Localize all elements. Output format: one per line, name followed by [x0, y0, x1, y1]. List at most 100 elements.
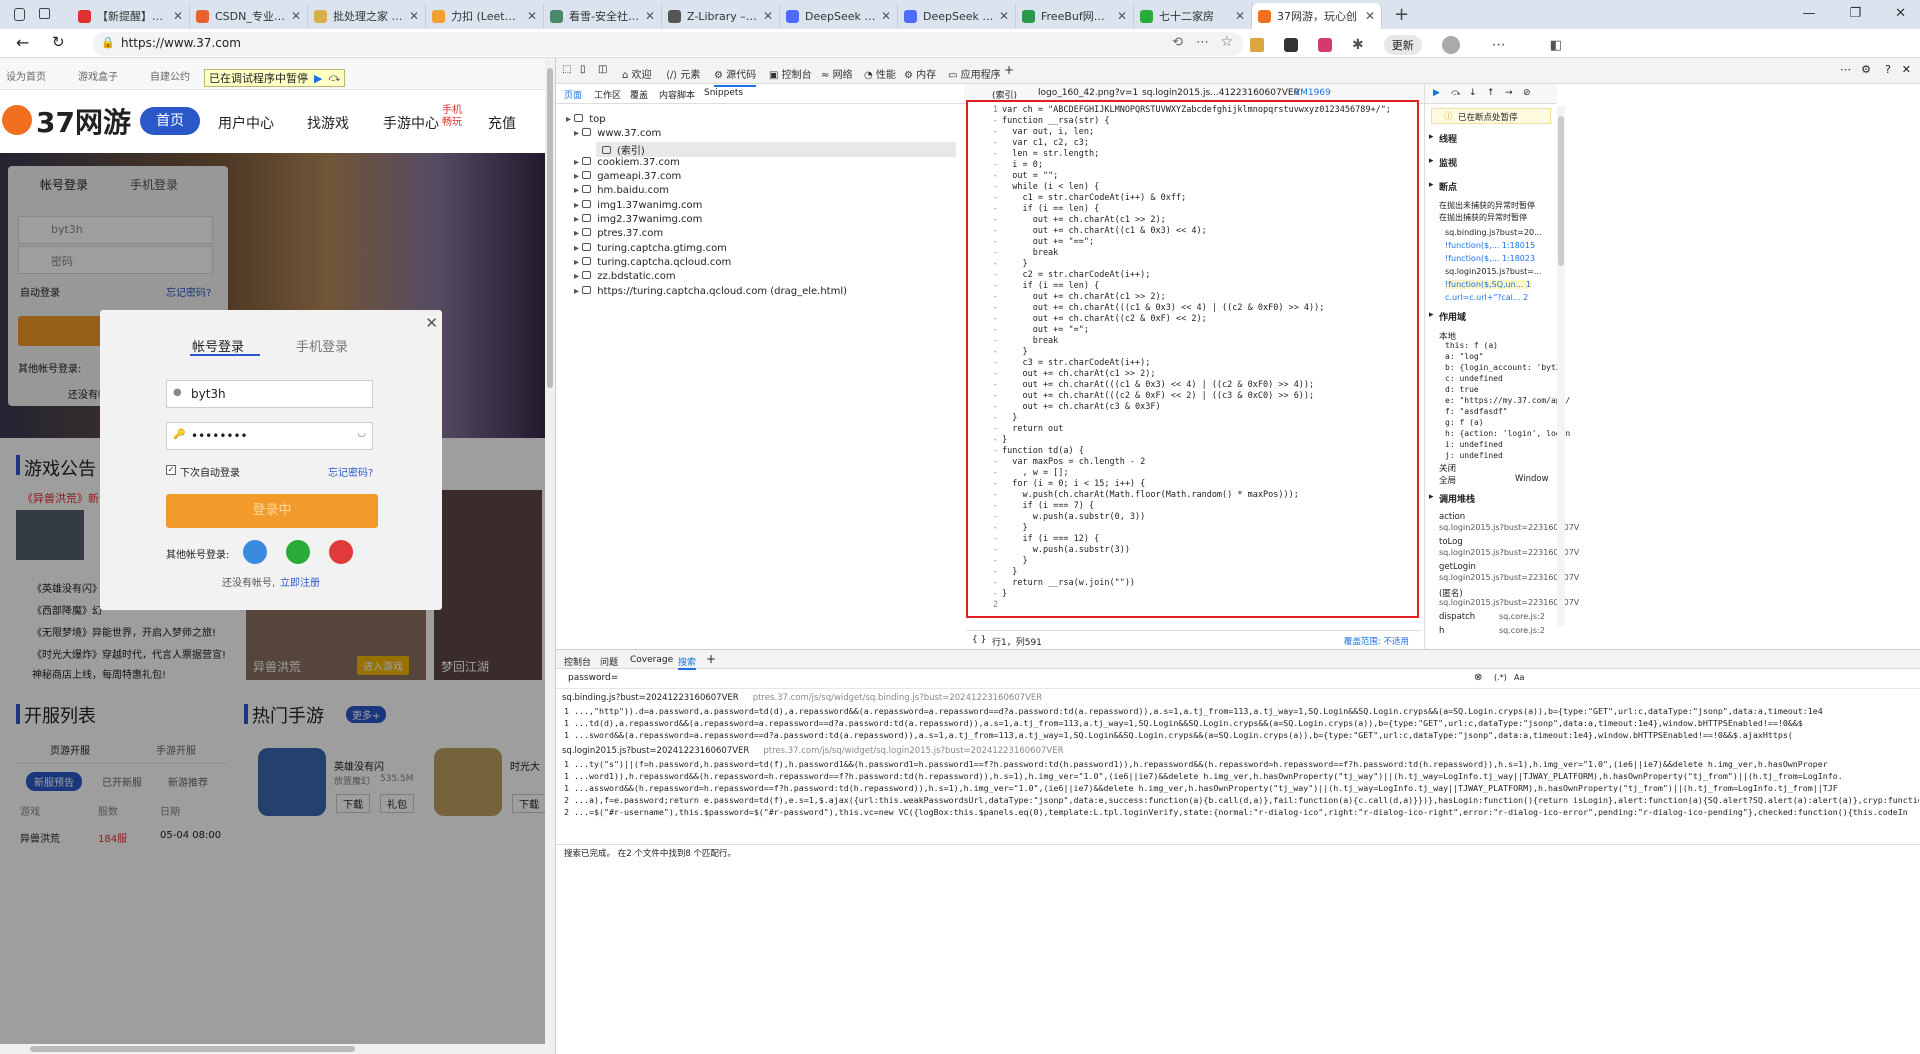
result-line[interactable]: 1 ...ty("s")||(f=h.password,h.password=t…	[564, 759, 1919, 769]
extension-icon[interactable]	[1250, 38, 1264, 52]
show-password-icon[interactable]: ◡	[357, 428, 366, 439]
breakpoint-item[interactable]: !function($,... 1:18015	[1445, 241, 1535, 250]
devtools-tab-console[interactable]: ▣ 控制台	[769, 66, 812, 81]
line-number[interactable]: -	[968, 336, 998, 346]
expand-arrow-icon[interactable]: ▸	[574, 243, 582, 254]
line-number[interactable]: -	[968, 479, 998, 489]
collapse-arrow-icon[interactable]: ▸	[1429, 310, 1434, 320]
code-line[interactable]: return out	[1002, 424, 1063, 435]
scope-variable[interactable]: g: f (a)	[1445, 418, 1484, 427]
settings-icon[interactable]: ⚙	[1861, 63, 1871, 76]
line-number[interactable]: -	[968, 127, 998, 137]
line-number[interactable]: -	[968, 490, 998, 500]
close-tab-icon[interactable]: ✕	[763, 9, 773, 23]
code-line[interactable]: out += "=";	[1002, 325, 1089, 336]
scope-variable[interactable]: d: true	[1445, 385, 1479, 394]
line-number[interactable]: -	[968, 314, 998, 324]
result-line[interactable]: 1 ...word1)),h.repassword&&(h.repassword…	[564, 771, 1919, 781]
nav-tab-content-scripts[interactable]: 内容脚本	[659, 88, 695, 101]
tree-node[interactable]: ▸ img1.37wanimg.com	[574, 200, 702, 211]
restore-icon[interactable]: ❐	[1849, 6, 1861, 21]
step-over-icon[interactable]: ⤼	[328, 71, 340, 85]
collapse-arrow-icon[interactable]: ▸	[1429, 492, 1434, 502]
line-number[interactable]: -	[968, 281, 998, 291]
resume-icon[interactable]: ▶	[314, 72, 322, 85]
browser-tab[interactable]: 力扣 (LeetCode ✕	[426, 3, 544, 29]
new-tab-icon[interactable]: +	[1394, 4, 1409, 25]
line-number[interactable]: -	[968, 171, 998, 181]
url-field[interactable]: 🔒 https://www.37.com ⟲ ⋯ ☆	[93, 32, 1243, 56]
drawer-tab-search[interactable]: 搜索	[678, 655, 697, 670]
section-watch[interactable]: 监视	[1439, 156, 1457, 169]
sidebar-icon[interactable]: ◧	[1550, 38, 1562, 53]
code-line[interactable]: if (i === 12) {	[1002, 534, 1099, 545]
line-number[interactable]: 2	[968, 600, 998, 610]
code-line[interactable]: out += ch.charAt(c1 >> 2);	[1002, 369, 1155, 380]
code-line[interactable]: out += ch.charAt(c3 & 0x3F)	[1002, 402, 1160, 413]
expand-arrow-icon[interactable]: ▸	[574, 257, 582, 268]
expand-arrow-icon[interactable]: ▸	[574, 185, 582, 196]
tree-node[interactable]: ▸ turing.captcha.qcloud.com	[574, 257, 731, 268]
help-icon[interactable]: ?	[1885, 63, 1891, 76]
scope-closure[interactable]: 关闭	[1439, 462, 1456, 474]
line-number[interactable]: -	[968, 501, 998, 511]
line-number[interactable]: -	[968, 248, 998, 258]
scope-variable[interactable]: this: f (a)	[1445, 341, 1498, 350]
line-number[interactable]: -	[968, 193, 998, 203]
code-line[interactable]: if (i == len) {	[1002, 281, 1099, 292]
extension-icon[interactable]	[1284, 38, 1298, 52]
collapse-arrow-icon[interactable]: ▸	[1429, 156, 1434, 166]
call-frame-fn[interactable]: toLog	[1439, 537, 1463, 547]
code-line[interactable]: break	[1002, 336, 1059, 347]
step-icon[interactable]: →	[1505, 88, 1513, 98]
line-number[interactable]: -	[968, 545, 998, 555]
scrollbar-thumb[interactable]	[547, 68, 553, 388]
tree-node[interactable]: ▸ top	[566, 114, 606, 125]
line-number[interactable]: -	[968, 116, 998, 126]
line-number[interactable]: -	[968, 347, 998, 357]
drawer-tab-coverage[interactable]: Coverage	[630, 655, 673, 665]
expand-arrow-icon[interactable]: ▸	[574, 286, 582, 297]
line-number[interactable]: -	[968, 523, 998, 533]
close-tab-icon[interactable]: ✕	[1235, 9, 1245, 23]
coverage-status[interactable]: 覆盖范围: 不适用	[1344, 635, 1409, 647]
add-tool-icon[interactable]: +	[1004, 63, 1014, 77]
workspaces-icon[interactable]	[14, 8, 25, 21]
tree-node[interactable]: ▸ hm.baidu.com	[574, 185, 669, 196]
minimize-icon[interactable]: —	[1802, 6, 1815, 21]
nav-tab-snippets[interactable]: Snippets	[704, 88, 743, 98]
close-devtools-icon[interactable]: ✕	[1902, 63, 1911, 76]
tree-node[interactable]: ▸ www.37.com	[574, 128, 661, 139]
devtools-tab-memory[interactable]: ⚙ 内存	[904, 66, 936, 81]
expand-arrow-icon[interactable]: ▸	[574, 128, 582, 139]
modal-username-input[interactable]: ● byt3h	[166, 380, 373, 408]
extension-icon[interactable]	[1318, 38, 1332, 52]
line-number[interactable]: -	[968, 182, 998, 192]
code-line[interactable]: c3 = str.charCodeAt(i++);	[1002, 358, 1150, 369]
nav-mobile-games[interactable]: 手游中心	[383, 113, 439, 133]
page-horizontal-scrollbar[interactable]	[0, 1044, 545, 1054]
step-out-icon[interactable]: ↑	[1487, 88, 1495, 98]
close-tab-icon[interactable]: ✕	[645, 9, 655, 23]
line-number[interactable]: -	[968, 380, 998, 390]
pause-uncaught-checkbox[interactable]: 在抛出未捕获的异常时暂停	[1439, 200, 1535, 211]
line-number[interactable]: -	[968, 149, 998, 159]
scope-variable[interactable]: j: undefined	[1445, 451, 1503, 460]
browser-tab[interactable]: DeepSeek | 深度 ✕	[780, 3, 898, 29]
code-line[interactable]: }	[1002, 523, 1027, 534]
scope-variable[interactable]: e: "https://my.37.com/api/	[1445, 396, 1570, 405]
result-file-header[interactable]: sq.login2015.js?bust=20241223160607VER pt…	[562, 746, 1063, 756]
code-line[interactable]: if (i == len) {	[1002, 204, 1099, 215]
collapse-arrow-icon[interactable]: ▸	[1429, 132, 1434, 142]
expand-arrow-icon[interactable]: ▸	[574, 200, 582, 211]
close-tab-icon[interactable]: ✕	[1365, 9, 1375, 23]
result-line[interactable]: 2 ...=$("#r-username"),this.$password=$(…	[564, 807, 1919, 817]
code-line[interactable]: out += "==";	[1002, 237, 1094, 248]
code-line[interactable]: if (i === 7) {	[1002, 501, 1094, 512]
line-number[interactable]: -	[968, 413, 998, 423]
code-line[interactable]: out = "";	[1002, 171, 1058, 182]
modal-password-input[interactable]: 🔑 •••••••• ◡	[166, 422, 373, 450]
scope-global[interactable]: 全局	[1439, 474, 1456, 486]
remember-checkbox[interactable]: ✓	[166, 465, 176, 475]
resume-icon[interactable]: ▶	[1433, 88, 1440, 98]
